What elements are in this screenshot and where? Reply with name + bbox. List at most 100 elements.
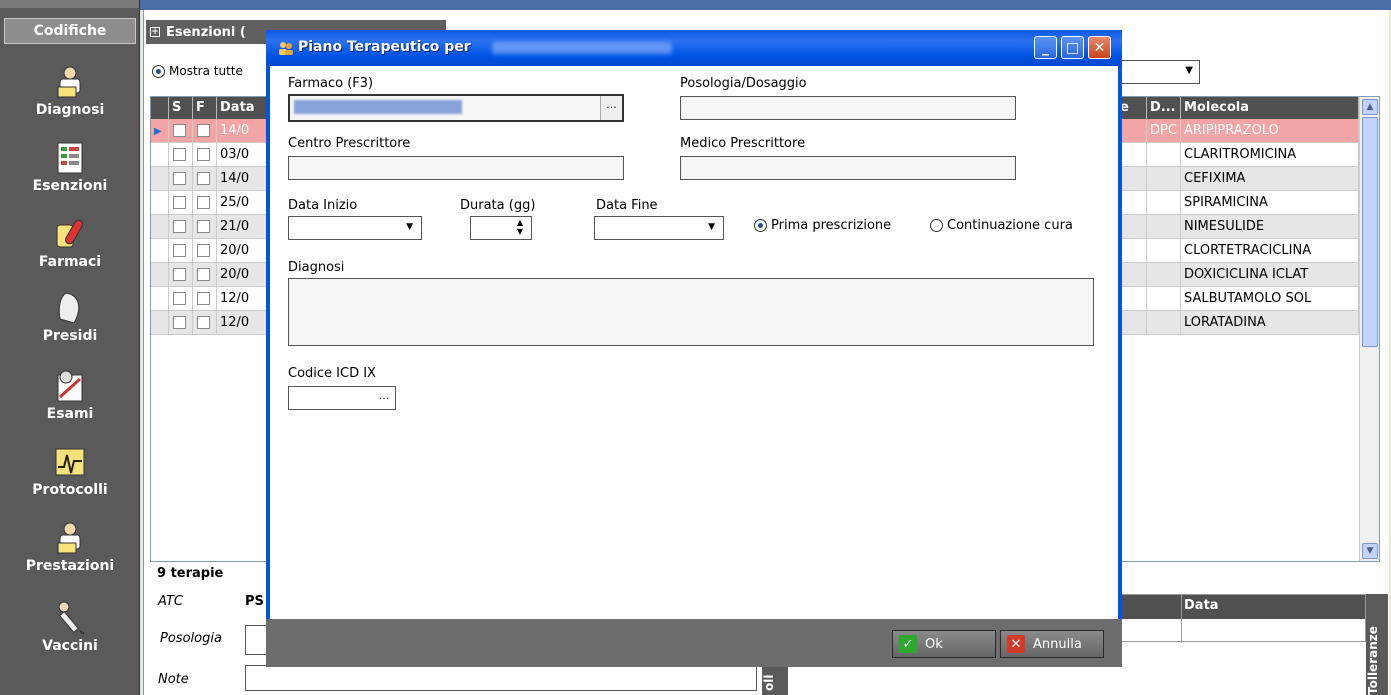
cell-f[interactable] (193, 311, 217, 335)
maximize-button[interactable]: □ (1061, 36, 1084, 59)
cell-f[interactable]: ✔ (193, 119, 217, 143)
icd-field[interactable]: ... (288, 386, 396, 410)
scroll-thumb[interactable] (1362, 117, 1378, 347)
sidebar-item-protocolli[interactable]: Protocolli (0, 426, 140, 502)
header-d[interactable]: D... (1147, 97, 1181, 119)
checkbox[interactable] (197, 220, 210, 233)
sidebar-item-esami[interactable]: Esami (0, 350, 140, 426)
cell-f[interactable] (193, 143, 217, 167)
medical-device-icon (54, 291, 86, 325)
cell-f[interactable] (193, 167, 217, 191)
annulla-button[interactable]: ✕ Annulla (1000, 630, 1104, 658)
dialog-titlebar[interactable]: Piano Terapeutico per _ □ ✕ (266, 30, 1122, 66)
cell-s[interactable] (169, 311, 193, 335)
checkbox[interactable] (173, 316, 186, 329)
ok-button[interactable]: ✓ Ok (892, 630, 996, 658)
dialog-footer: ✓ Ok ✕ Annulla (266, 619, 1122, 667)
cell-s[interactable] (169, 191, 193, 215)
checkbox[interactable]: ✔ (197, 124, 210, 137)
atc-label: ATC (158, 594, 183, 609)
minimize-button[interactable]: _ (1034, 36, 1057, 59)
header-data[interactable]: Data (217, 97, 267, 119)
filter-dropdown[interactable]: ▼ (1120, 60, 1200, 84)
centro-prescrittore-field[interactable] (288, 156, 624, 180)
checkbox[interactable] (197, 316, 210, 329)
cell-s[interactable] (169, 167, 193, 191)
chevron-up-icon[interactable]: ▲ (517, 218, 523, 227)
checkbox[interactable] (197, 244, 210, 257)
show-all-radio[interactable]: Mostra tutte (152, 64, 243, 78)
tolleranze-table-header: Data (1121, 595, 1365, 643)
durata-stepper[interactable]: ▲ ▼ (470, 216, 532, 240)
note-field[interactable] (245, 665, 757, 691)
cell-s[interactable] (169, 143, 193, 167)
data-fine-dropdown[interactable]: ▼ (594, 216, 724, 240)
scroll-down-icon[interactable]: ▼ (1362, 543, 1378, 559)
cell-d (1147, 143, 1181, 167)
cell-data: 14/0 (217, 119, 267, 143)
posologia-dialog-label: Posologia/Dosaggio (680, 76, 807, 91)
sidebar-item-label: Diagnosi (35, 102, 105, 118)
header-data[interactable]: Data (1184, 598, 1219, 613)
expand-icon[interactable]: + (150, 27, 160, 37)
cell-d: DPC (1147, 119, 1181, 143)
checkbox[interactable] (197, 148, 210, 161)
checkbox[interactable] (197, 172, 210, 185)
checkbox[interactable] (173, 268, 186, 281)
cell-f[interactable] (193, 287, 217, 311)
cell-data: 21/0 (217, 215, 267, 239)
checkbox[interactable] (197, 268, 210, 281)
checkbox[interactable] (173, 148, 186, 161)
header-f[interactable]: F (193, 97, 217, 119)
cell-s[interactable] (169, 287, 193, 311)
cell-f[interactable] (193, 239, 217, 263)
checkbox[interactable] (173, 196, 186, 209)
checkbox[interactable] (173, 244, 186, 257)
farmaco-field[interactable]: ... (288, 94, 624, 122)
data-inizio-label: Data Inizio (288, 198, 358, 213)
header-molecola[interactable]: Molecola (1181, 97, 1359, 119)
checkbox[interactable]: ✔ (173, 124, 186, 137)
medico-label: Medico Prescrittore (680, 136, 806, 151)
ok-label: Ok (925, 636, 943, 652)
sidebar-item-esenzioni[interactable]: Esenzioni (0, 122, 140, 198)
sidebar-item-label: Esenzioni (32, 178, 108, 194)
vertical-scrollbar[interactable]: ▲ ▼ (1359, 97, 1379, 561)
cell-molecola: LORATADINA (1181, 311, 1359, 335)
tab-tolleranze[interactable]: Tolleranze (1366, 594, 1388, 695)
cell-f[interactable] (193, 263, 217, 287)
cell-s[interactable]: ✔ (169, 119, 193, 143)
icd-browse-button[interactable]: ... (373, 387, 395, 409)
medico-prescrittore-field[interactable] (680, 156, 1016, 180)
sidebar-item-vaccini[interactable]: Vaccini (0, 582, 140, 658)
posologia-dosaggio-field[interactable] (680, 96, 1016, 120)
chevron-down-icon[interactable]: ▼ (517, 227, 523, 236)
scroll-up-icon[interactable]: ▲ (1362, 99, 1378, 115)
sidebar-item-prestazioni[interactable]: Prestazioni (0, 502, 140, 578)
sidebar-item-farmaci[interactable]: Farmaci (0, 198, 140, 274)
cell-molecola: CLARITROMICINA (1181, 143, 1359, 167)
close-button[interactable]: ✕ (1088, 36, 1111, 59)
cell-data: 25/0 (217, 191, 267, 215)
cell-s[interactable] (169, 215, 193, 239)
cell-f[interactable] (193, 191, 217, 215)
checkbox[interactable] (173, 220, 186, 233)
centro-label: Centro Prescrittore (288, 136, 411, 151)
cell-s[interactable] (169, 263, 193, 287)
checkbox[interactable] (197, 196, 210, 209)
diagnosi-field[interactable] (288, 278, 1094, 346)
checkbox[interactable] (173, 292, 186, 305)
continuazione-cura-radio[interactable]: Continuazione cura (930, 218, 1073, 233)
prima-prescrizione-radio[interactable]: Prima prescrizione (754, 218, 891, 233)
checkbox[interactable] (197, 292, 210, 305)
data-inizio-dropdown[interactable]: ▼ (288, 216, 422, 240)
therapy-count: 9 terapie (157, 566, 224, 581)
header-s[interactable]: S (169, 97, 193, 119)
farmaco-browse-button[interactable]: ... (600, 96, 622, 120)
cell-s[interactable] (169, 239, 193, 263)
atc-value: PS (245, 594, 264, 609)
cell-f[interactable] (193, 215, 217, 239)
sidebar-item-diagnosi[interactable]: Diagnosi (0, 46, 140, 122)
sidebar-item-presidi[interactable]: Presidi (0, 272, 140, 348)
checkbox[interactable] (173, 172, 186, 185)
